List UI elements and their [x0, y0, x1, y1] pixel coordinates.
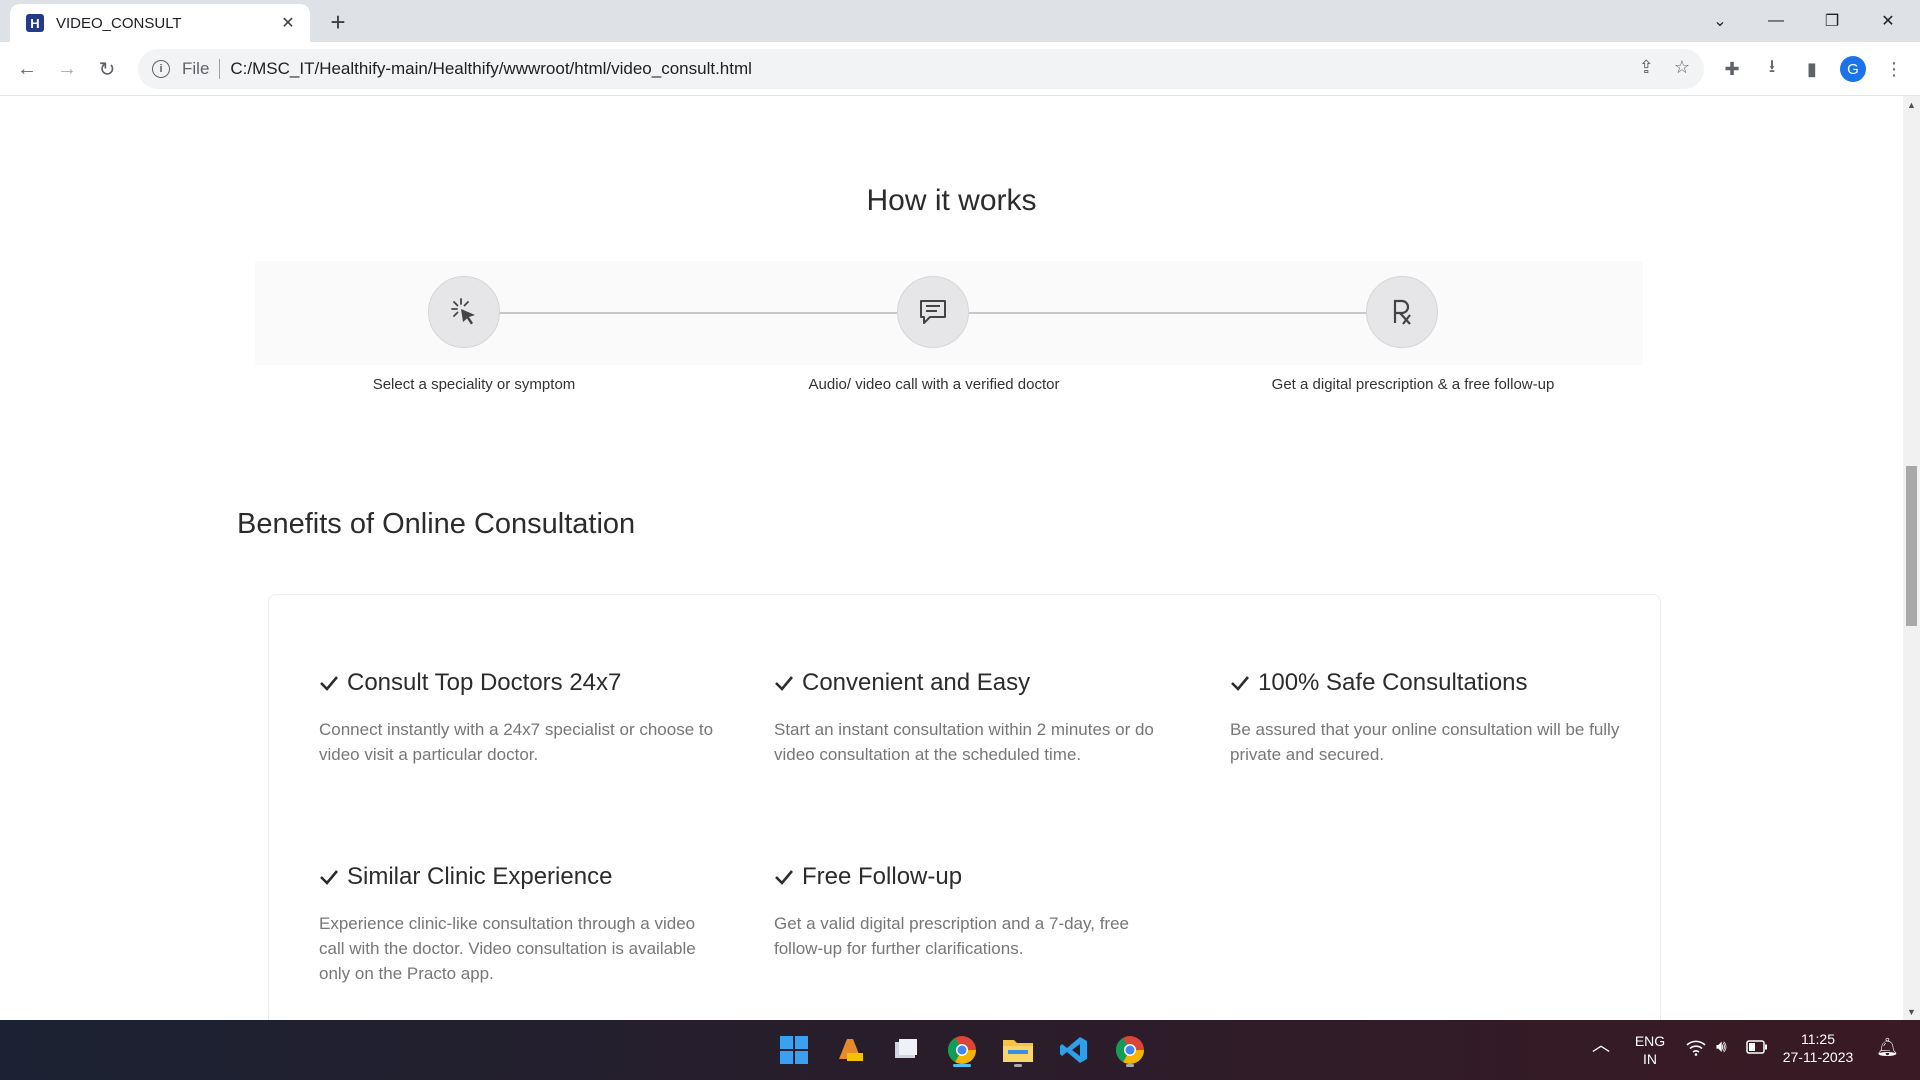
checkmark-icon: [1231, 676, 1249, 691]
url-text[interactable]: C:/MSC_IT/Healthify-main/Healthify/wwwro…: [230, 59, 752, 79]
tab-title: VIDEO_CONSULT: [56, 14, 182, 32]
scroll-up-arrow-icon[interactable]: ▲: [1903, 96, 1920, 113]
benefit-item: Similar Clinic Experience Experience cli…: [319, 863, 719, 986]
step-2-circle: [897, 276, 969, 348]
copilot-pre-app-icon[interactable]: [830, 1030, 870, 1070]
browser-menu-icon[interactable]: ⋮: [1880, 55, 1908, 83]
download-icon[interactable]: ⭳: [1758, 55, 1786, 83]
language-code: ENG: [1634, 1033, 1666, 1049]
back-arrow-icon[interactable]: ←: [12, 54, 42, 84]
benefit-title: Similar Clinic Experience: [347, 863, 613, 890]
benefit-item: Free Follow-up Get a valid digital presc…: [774, 863, 1174, 961]
chat-bubble-icon: [920, 300, 946, 324]
benefit-item: Consult Top Doctors 24x7 Connect instant…: [319, 669, 719, 767]
volume-icon[interactable]: 🔊︎: [1716, 1038, 1727, 1056]
benefits-heading: Benefits of Online Consultation: [237, 508, 636, 540]
active-app-indicator: [953, 1064, 971, 1067]
benefit-description: Connect instantly with a 24x7 specialist…: [319, 720, 714, 764]
browser-tab-bar: H VIDEO_CONSULT ✕ + ⌄ — ❐ ✕: [0, 0, 1920, 42]
page-viewport: How it works Select a speciality or symp…: [0, 96, 1903, 1020]
url-separator: [219, 59, 221, 79]
scroll-thumb[interactable]: [1906, 466, 1917, 626]
reload-icon[interactable]: ↻: [92, 54, 122, 84]
task-view-icon[interactable]: [886, 1030, 926, 1070]
step-3-label: Get a digital prescription & a free foll…: [1271, 376, 1555, 393]
language-indicator[interactable]: ENG IN: [1630, 1032, 1670, 1068]
clock-date: 27-11-2023: [1782, 1049, 1854, 1065]
checkmark-icon: [320, 870, 338, 885]
address-bar[interactable]: i File C:/MSC_IT/Healthify-main/Healthif…: [138, 49, 1704, 89]
wifi-icon[interactable]: [1686, 1040, 1706, 1060]
minimize-button[interactable]: —: [1748, 0, 1804, 42]
tray-overflow-chevron-icon[interactable]: ︿: [1592, 1036, 1610, 1054]
pointer-click-icon: [451, 298, 475, 325]
checkmark-icon: [775, 676, 793, 691]
site-info-icon[interactable]: i: [152, 60, 170, 78]
step-1-label: Select a speciality or symptom: [372, 376, 576, 393]
tab-search-chevron-icon[interactable]: ⌄: [1692, 0, 1748, 42]
benefits-card: Consult Top Doctors 24x7 Connect instant…: [268, 594, 1661, 1020]
file-explorer-icon[interactable]: [998, 1030, 1038, 1070]
extensions-puzzle-icon[interactable]: ✚: [1718, 55, 1746, 83]
benefit-description: Be assured that your online consultation…: [1230, 720, 1620, 764]
checkmark-icon: [320, 676, 338, 691]
region-code: IN: [1643, 1051, 1657, 1067]
benefit-description: Experience clinic-like consultation thro…: [319, 914, 696, 983]
url-scheme-label: File: [182, 59, 210, 78]
vscode-icon[interactable]: [1054, 1030, 1094, 1070]
browser-tab-active[interactable]: H VIDEO_CONSULT ✕: [10, 4, 310, 42]
profile-avatar[interactable]: G: [1840, 56, 1866, 82]
benefit-description: Get a valid digital prescription and a 7…: [774, 914, 1129, 958]
benefit-title: 100% Safe Consultations: [1258, 669, 1528, 696]
scroll-down-arrow-icon[interactable]: ▼: [1903, 1003, 1920, 1020]
clock-time: 11:25: [1801, 1031, 1835, 1047]
checkmark-icon: [775, 870, 793, 885]
running-app-indicator: [1126, 1064, 1134, 1067]
benefit-item: Convenient and Easy Start an instant con…: [774, 669, 1174, 767]
chrome-taskbar-icon[interactable]: [942, 1030, 982, 1070]
bookmark-star-icon[interactable]: ☆: [1674, 57, 1690, 78]
clock[interactable]: 11:25 27-11-2023: [1780, 1030, 1856, 1066]
browser-toolbar: ← → ↻ i File C:/MSC_IT/Healthify-main/He…: [0, 42, 1920, 96]
running-app-indicator: [1014, 1064, 1022, 1067]
benefit-title: Free Follow-up: [802, 863, 963, 890]
step-3-circle: [1366, 276, 1438, 348]
benefit-item: 100% Safe Consultations Be assured that …: [1230, 669, 1630, 767]
benefit-title: Convenient and Easy: [802, 669, 1031, 696]
site-favicon-icon: H: [26, 14, 44, 32]
omnibox-actions: ⇪ ☆: [1639, 57, 1690, 78]
step-1-circle: [428, 276, 500, 348]
how-it-works-heading: How it works: [866, 184, 1037, 217]
share-icon[interactable]: ⇪: [1639, 57, 1654, 78]
notification-bell-icon[interactable]: 🔔︎: [1876, 1038, 1899, 1056]
windows-start-icon[interactable]: [774, 1030, 814, 1070]
forward-arrow-icon[interactable]: →: [52, 54, 82, 84]
page-scrollbar[interactable]: ▲ ▼: [1903, 96, 1920, 1020]
restore-button[interactable]: ❐: [1804, 0, 1860, 42]
step-2-label: Audio/ video call with a verified doctor: [808, 376, 1060, 393]
benefit-description: Start an instant consultation within 2 m…: [774, 720, 1154, 764]
benefit-title: Consult Top Doctors 24x7: [347, 669, 622, 696]
prescription-rx-icon: [1393, 299, 1411, 325]
new-tab-button[interactable]: +: [324, 7, 352, 37]
chrome-profile-taskbar-icon[interactable]: [1110, 1030, 1150, 1070]
close-window-button[interactable]: ✕: [1860, 0, 1916, 42]
side-panel-icon[interactable]: ▮: [1798, 55, 1826, 83]
battery-icon[interactable]: [1746, 1040, 1768, 1058]
tab-close-icon[interactable]: ✕: [278, 13, 298, 33]
windows-taskbar: ︿ ENG IN 🔊︎ 11:25 27-11-2023 🔔︎: [0, 1020, 1920, 1080]
